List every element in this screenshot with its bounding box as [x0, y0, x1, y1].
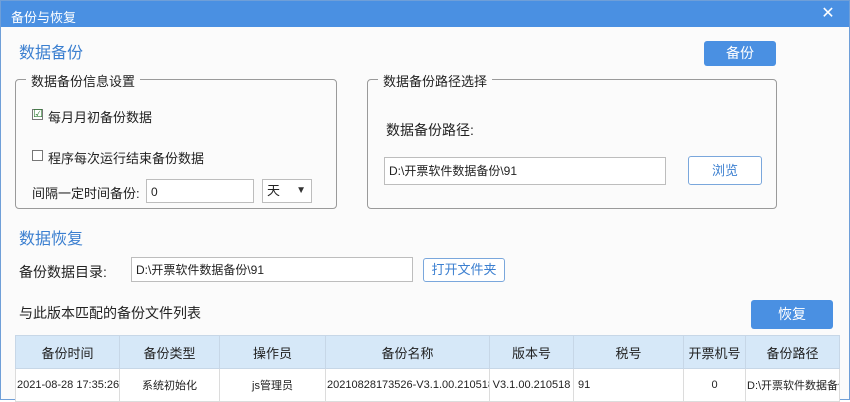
interval-unit-value: 天	[267, 183, 281, 198]
interval-label: 间隔一定时间备份:	[32, 186, 140, 201]
cell-backup-time: 2021-08-28 17:35:26	[15, 368, 120, 402]
cell-operator: js管理员	[219, 368, 326, 402]
on-exit-backup-checkbox[interactable]	[32, 150, 43, 161]
restore-section-title: 数据恢复	[19, 231, 84, 248]
col-header-backup-time[interactable]: 备份时间	[15, 335, 120, 369]
backup-settings-group: 数据备份信息设置 ☑ 每月月初备份数据 程序每次运行结束备份数据 间隔一定时间备…	[15, 71, 337, 209]
backup-settings-group-title: 数据备份信息设置	[26, 71, 141, 90]
cell-backup-path: D:\开票软件数据备份\9	[745, 368, 840, 402]
backup-dir-input[interactable]: D:\开票软件数据备份\91	[131, 257, 413, 282]
col-header-backup-path[interactable]: 备份路径	[745, 335, 840, 369]
col-header-machine-no[interactable]: 开票机号	[683, 335, 746, 369]
col-header-version[interactable]: 版本号	[489, 335, 574, 369]
cell-tax-id: 91	[573, 368, 684, 402]
monthly-backup-checkbox[interactable]: ☑	[32, 109, 43, 120]
title-bar[interactable]: 备份与恢复 ✕	[1, 1, 849, 27]
backup-file-table: 备份时间 备份类型 操作员 备份名称 版本号 税号 开票机号 备份路径 2021…	[15, 335, 840, 402]
backup-dir-label: 备份数据目录:	[19, 264, 107, 280]
interval-input[interactable]: 0	[146, 179, 254, 203]
table-row[interactable]: 2021-08-28 17:35:26 系统初始化 js管理员 20210828…	[15, 368, 840, 402]
window-title: 备份与恢复	[11, 10, 77, 25]
backup-section-title: 数据备份	[19, 45, 84, 62]
col-header-tax-id[interactable]: 税号	[573, 335, 684, 369]
interval-unit-select[interactable]: 天 ▼	[262, 179, 312, 203]
col-header-backup-type[interactable]: 备份类型	[119, 335, 220, 369]
backup-restore-window: 备份与恢复 ✕ 数据备份 备份 数据备份信息设置 ☑ 每月月初备份数据 程序每次…	[0, 0, 850, 402]
browse-button[interactable]: 浏览	[688, 156, 762, 185]
col-header-operator[interactable]: 操作员	[219, 335, 326, 369]
backup-path-input[interactable]: D:\开票软件数据备份\91	[384, 157, 666, 185]
restore-button[interactable]: 恢复	[751, 300, 833, 329]
backup-list-title: 与此版本匹配的备份文件列表	[19, 305, 201, 321]
col-header-backup-name[interactable]: 备份名称	[325, 335, 490, 369]
close-icon[interactable]: ✕	[815, 3, 841, 25]
cell-machine-no: 0	[683, 368, 746, 402]
monthly-backup-label: 每月月初备份数据	[48, 110, 153, 125]
cell-version: V3.1.00.210518	[489, 368, 574, 402]
on-exit-backup-label: 程序每次运行结束备份数据	[48, 151, 205, 166]
cell-backup-type: 系统初始化	[119, 368, 220, 402]
backup-path-group-title: 数据备份路径选择	[378, 71, 493, 90]
backup-path-group: 数据备份路径选择 数据备份路径: D:\开票软件数据备份\91 浏览	[367, 71, 777, 209]
open-folder-button[interactable]: 打开文件夹	[423, 258, 505, 282]
table-header-row: 备份时间 备份类型 操作员 备份名称 版本号 税号 开票机号 备份路径	[15, 335, 840, 369]
backup-path-label: 数据备份路径:	[386, 122, 474, 138]
backup-button[interactable]: 备份	[704, 41, 776, 66]
chevron-down-icon: ▼	[296, 185, 306, 196]
cell-backup-name: 20210828173526-V3.1.00.210518-F	[325, 368, 490, 402]
